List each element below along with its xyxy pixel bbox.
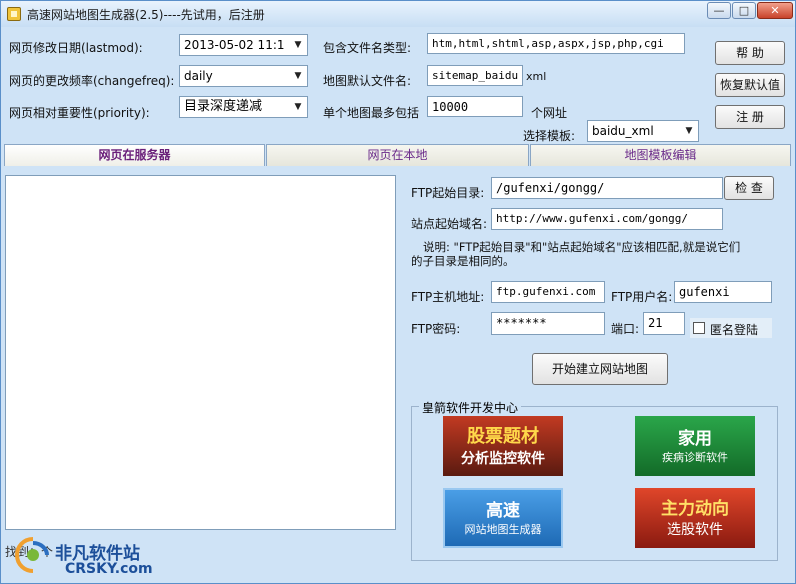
default-filename-label: 地图默认文件名: [323,74,412,88]
check-button[interactable]: 检 查 [724,176,774,200]
anonymous-login-option[interactable]: 匿名登陆 [690,318,772,338]
chevron-down-icon: ▼ [294,102,302,112]
note-line2: 的子目录是相同的。 [411,254,515,268]
home-banner-title: 家用 [678,429,712,449]
template-label: 选择模板: [523,129,576,143]
changefreq-select[interactable]: daily ▼ [179,65,308,87]
max-urls-unit: 个网址 [531,106,568,120]
maximize-icon: □ [738,4,750,17]
default-filename-ext: xml [526,70,547,83]
trend-banner-subtitle: 选股软件 [667,522,723,538]
priority-select[interactable]: 目录深度递减 ▼ [179,96,308,118]
site-domain-input[interactable]: http://www.gufenxi.com/gongg/ [491,208,723,230]
window-title: 高速网站地图生成器(2.5)----先试用，后注册 [27,8,265,22]
ftp-host-input[interactable]: ftp.gufenxi.com [491,281,605,303]
watermark-line2: CRSKY.com [65,561,153,577]
default-filename-input[interactable]: sitemap_baidu [427,65,523,86]
max-urls-label: 单个地图最多包括 [323,106,420,120]
chevron-down-icon: ▼ [685,126,693,136]
ftp-user-input[interactable]: gufenxi [674,281,772,303]
chevron-down-icon: ▼ [294,71,302,81]
minimize-button[interactable]: — [707,2,731,19]
trend-banner-title: 主力动向 [661,499,729,519]
register-button[interactable]: 注 册 [715,105,785,129]
template-value: baidu_xml [592,124,654,138]
stock-software-banner[interactable]: 股票题材 分析监控软件 [443,416,563,476]
priority-label: 网页相对重要性(priority): [9,106,150,120]
anonymous-label: 匿名登陆 [710,323,759,337]
output-list[interactable] [5,175,396,530]
maximize-button[interactable]: □ [732,2,756,19]
tab-template-edit[interactable]: 地图模板编辑 [530,144,791,166]
crsky-logo-icon [15,537,49,573]
sitemap-banner-title: 高速 [486,501,520,521]
lastmod-label: 网页修改日期(lastmod): [9,41,143,55]
lastmod-select[interactable]: 2013-05-02 11:1 ▼ [179,34,308,56]
ftp-password-input[interactable]: ******* [491,312,605,335]
ftp-port-label: 端口: [611,322,640,336]
tab-local[interactable]: 网页在本地 [266,144,529,166]
restore-defaults-button[interactable]: 恢复默认值 [715,73,785,97]
include-types-label: 包含文件名类型: [323,41,412,55]
changefreq-label: 网页的更改频率(changefreq): [9,74,175,88]
app-icon [7,7,21,21]
help-button[interactable]: 帮 助 [715,41,785,65]
minimize-icon: — [713,4,725,17]
main-window: 高速网站地图生成器(2.5)----先试用，后注册 — □ ✕ 网页修改日期(l… [0,0,796,584]
ftp-port-input[interactable]: 21 [643,312,685,335]
anonymous-checkbox[interactable] [693,322,705,334]
lastmod-value: 2013-05-02 11:1 [184,38,285,52]
max-urls-input[interactable]: 10000 [427,96,523,117]
priority-value: 目录深度递减 [184,99,263,114]
trend-software-banner[interactable]: 主力动向 选股软件 [635,488,755,548]
site-domain-label: 站点起始域名: [411,217,488,231]
stock-banner-subtitle: 分析监控软件 [461,451,545,467]
ads-group-title: 皇箭软件开发中心 [419,399,522,416]
ftp-password-label: FTP密码: [411,322,461,336]
home-banner-subtitle: 疾病诊断软件 [662,451,728,464]
ftp-start-dir-input[interactable]: /gufenxi/gongg/ [491,177,723,199]
include-types-input[interactable]: htm,html,shtml,asp,aspx,jsp,php,cgi [427,33,685,54]
tab-server[interactable]: 网页在服务器 [4,144,265,166]
stock-banner-title: 股票题材 [467,426,539,447]
title-bar[interactable]: 高速网站地图生成器(2.5)----先试用，后注册 — □ ✕ [1,1,795,27]
sitemap-banner-subtitle: 网站地图生成器 [464,523,542,536]
chevron-down-icon: ▼ [294,40,302,50]
close-icon: ✕ [770,4,780,17]
home-software-banner[interactable]: 家用 疾病诊断软件 [635,416,755,476]
ftp-host-label: FTP主机地址: [411,290,485,304]
start-build-button[interactable]: 开始建立网站地图 [532,353,668,385]
sitemap-software-banner[interactable]: 高速 网站地图生成器 [443,488,563,548]
template-select[interactable]: baidu_xml ▼ [587,120,699,142]
changefreq-value: daily [184,69,213,83]
ftp-start-dir-label: FTP起始目录: [411,186,485,200]
ftp-user-label: FTP用户名: [611,290,673,304]
crsky-watermark: 非凡软件站 CRSKY.com [5,533,170,581]
close-button[interactable]: ✕ [757,2,793,19]
